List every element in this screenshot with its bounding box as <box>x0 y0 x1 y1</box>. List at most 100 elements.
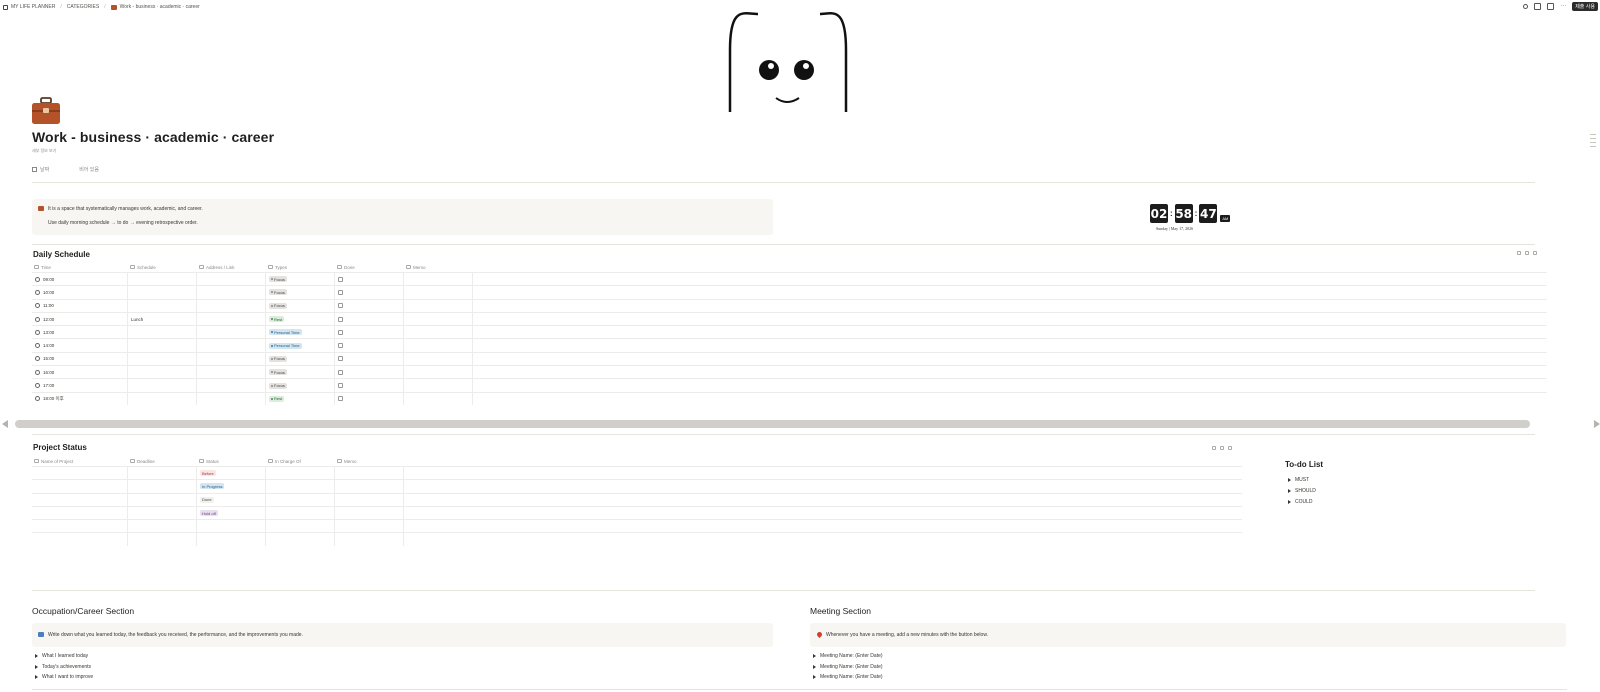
table-row[interactable]: Done <box>32 492 1242 506</box>
search-icon[interactable] <box>1523 4 1529 9</box>
done-checkbox[interactable] <box>338 369 343 375</box>
search-icon[interactable] <box>1228 446 1232 450</box>
project-name-cell[interactable] <box>32 467 128 480</box>
table-row[interactable]: Before <box>32 466 1242 480</box>
types-cell[interactable]: Personal Time <box>266 326 335 339</box>
filter-icon[interactable] <box>1517 251 1521 255</box>
memo-cell[interactable] <box>404 312 473 326</box>
column-header-in-charge[interactable]: In Charge Of <box>266 456 335 466</box>
in-charge-cell[interactable] <box>266 533 335 546</box>
address-cell[interactable] <box>197 273 266 286</box>
schedule-cell[interactable] <box>128 326 197 339</box>
meeting-toggle[interactable]: Meeting Name: (Enter Date) <box>813 674 883 680</box>
date-property-value[interactable]: 비어 있음 <box>79 166 99 173</box>
types-cell[interactable]: Rest <box>266 392 335 405</box>
done-cell[interactable] <box>335 326 404 339</box>
address-cell[interactable] <box>197 339 266 352</box>
address-cell[interactable] <box>197 299 266 312</box>
project-name-cell[interactable] <box>32 480 128 493</box>
column-header-address[interactable]: Address / Link <box>197 262 266 272</box>
done-cell[interactable] <box>335 366 404 379</box>
deadline-cell[interactable] <box>128 533 197 546</box>
table-row[interactable]: 13:00 Personal Time <box>32 325 1547 339</box>
table-row[interactable] <box>32 532 1242 546</box>
schedule-cell[interactable] <box>128 339 197 352</box>
address-cell[interactable] <box>197 326 266 339</box>
schedule-cell[interactable] <box>128 286 197 299</box>
duplicate-icon[interactable] <box>1547 3 1555 10</box>
column-header-schedule[interactable]: Schedule <box>128 262 197 272</box>
types-cell[interactable]: Personal Time <box>266 339 335 352</box>
scroll-right-arrow[interactable] <box>1594 420 1600 428</box>
table-row[interactable]: 14:00 Personal Time <box>32 338 1547 352</box>
done-cell[interactable] <box>335 392 404 405</box>
sort-icon[interactable] <box>1525 251 1529 255</box>
schedule-cell[interactable] <box>128 379 197 392</box>
deadline-cell[interactable] <box>128 467 197 480</box>
deadline-cell[interactable] <box>128 520 197 533</box>
toggle-arrow-icon[interactable] <box>813 665 816 669</box>
horizontal-scrollbar[interactable] <box>15 420 1530 428</box>
toggle-arrow-icon[interactable] <box>1288 478 1291 482</box>
memo-cell[interactable] <box>335 520 404 533</box>
table-row[interactable]: 09:00 Focus <box>32 272 1547 286</box>
meeting-toggle[interactable]: Meeting Name: (Enter Date) <box>813 664 883 670</box>
time-cell[interactable]: 09:00 <box>32 273 128 286</box>
top-action-button[interactable]: 제출 사용 <box>1572 2 1598 11</box>
address-cell[interactable] <box>197 312 266 326</box>
memo-cell[interactable] <box>335 493 404 506</box>
done-checkbox[interactable] <box>338 303 343 309</box>
status-cell[interactable]: Hold off <box>197 506 266 520</box>
career-toggle-improve[interactable]: What I want to improve <box>35 674 93 680</box>
toggle-arrow-icon[interactable] <box>35 654 38 658</box>
schedule-cell[interactable] <box>128 273 197 286</box>
done-cell[interactable] <box>335 286 404 299</box>
table-row[interactable]: Hold off <box>32 505 1242 520</box>
toggle-arrow-icon[interactable] <box>1288 500 1291 504</box>
schedule-cell[interactable]: Lunch <box>128 312 197 326</box>
column-header-done[interactable]: Done <box>335 262 404 272</box>
memo-cell[interactable] <box>404 326 473 339</box>
todo-toggle-could[interactable]: COULD <box>1288 499 1313 505</box>
column-header-memo[interactable]: Memo <box>404 262 473 272</box>
toggle-arrow-icon[interactable] <box>1288 489 1291 493</box>
memo-cell[interactable] <box>404 286 473 299</box>
filter-icon[interactable] <box>1212 446 1216 450</box>
memo-cell[interactable] <box>404 352 473 366</box>
in-charge-cell[interactable] <box>266 493 335 506</box>
todo-toggle-must[interactable]: MUST <box>1288 477 1309 483</box>
column-header-time[interactable]: Time <box>32 262 128 272</box>
address-cell[interactable] <box>197 379 266 392</box>
project-name-cell[interactable] <box>32 493 128 506</box>
table-row[interactable]: 16:00 Focus <box>32 365 1547 379</box>
address-cell[interactable] <box>197 286 266 299</box>
schedule-cell[interactable] <box>128 299 197 312</box>
done-checkbox[interactable] <box>338 383 343 389</box>
table-row[interactable]: 18:00 이후 Rest <box>32 391 1547 405</box>
done-cell[interactable] <box>335 379 404 392</box>
briefcase-page-icon[interactable] <box>31 97 61 125</box>
memo-cell[interactable] <box>335 533 404 546</box>
done-checkbox[interactable] <box>338 316 343 322</box>
types-cell[interactable]: Rest <box>266 312 335 326</box>
memo-cell[interactable] <box>335 506 404 520</box>
toggle-arrow-icon[interactable] <box>813 675 816 679</box>
deadline-cell[interactable] <box>128 493 197 506</box>
time-cell[interactable]: 15:00 <box>32 352 128 366</box>
in-charge-cell[interactable] <box>266 480 335 493</box>
table-row[interactable]: 11:00 Focus <box>32 298 1547 312</box>
column-header-types[interactable]: Types <box>266 262 335 272</box>
project-name-cell[interactable] <box>32 520 128 533</box>
memo-cell[interactable] <box>404 392 473 405</box>
address-cell[interactable] <box>197 366 266 379</box>
deadline-cell[interactable] <box>128 506 197 520</box>
breadcrumb-item[interactable]: CATEGORIES <box>67 4 99 10</box>
meeting-toggle[interactable]: Meeting Name: (Enter Date) <box>813 653 883 659</box>
done-cell[interactable] <box>335 352 404 366</box>
career-toggle-learned[interactable]: What I learned today <box>35 653 88 659</box>
types-cell[interactable]: Focus <box>266 379 335 392</box>
memo-cell[interactable] <box>404 273 473 286</box>
column-header-deadline[interactable]: Deadline <box>128 456 197 466</box>
memo-cell[interactable] <box>335 467 404 480</box>
table-row[interactable]: 12:00 Lunch Rest <box>32 311 1547 326</box>
